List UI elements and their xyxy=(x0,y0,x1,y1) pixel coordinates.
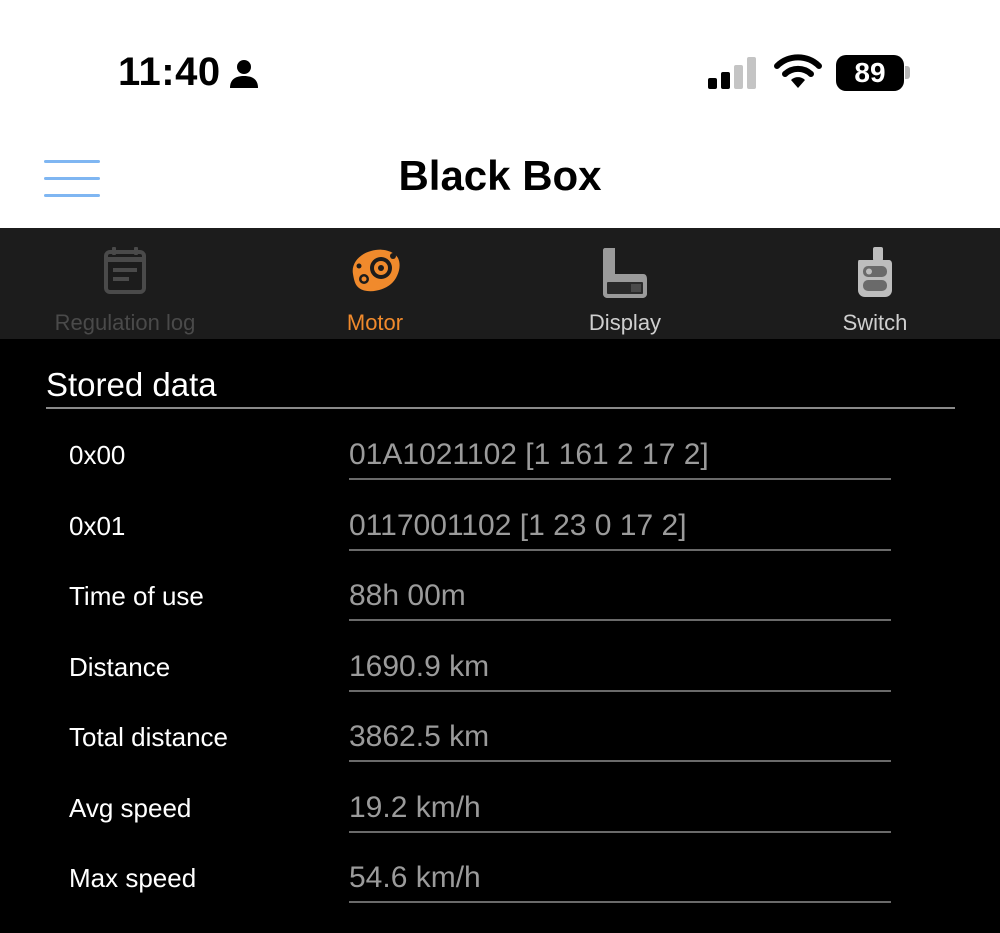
row-underline xyxy=(349,901,891,903)
tab-label: Motor xyxy=(346,310,404,335)
page-title: Black Box xyxy=(398,152,602,199)
battery-icon: 89 xyxy=(836,55,910,91)
log-icon xyxy=(104,247,146,294)
stored-data-list: 0x00 01A1021102 [1 161 2 17 2] 0x01 0117… xyxy=(0,420,1000,914)
tab-switch[interactable]: Switch xyxy=(750,228,1000,339)
person-icon xyxy=(230,60,258,88)
row-label: Avg speed xyxy=(69,792,192,823)
battery-cap xyxy=(905,66,910,79)
cellular-signal-icon xyxy=(708,57,756,89)
wifi-icon xyxy=(774,54,822,88)
row-value: 19.2 km/h xyxy=(349,790,481,824)
row-label: Total distance xyxy=(69,722,228,752)
tab-label: Switch xyxy=(842,310,908,335)
tab-label: Display xyxy=(588,310,662,335)
row-value: 3862.5 km xyxy=(349,720,490,753)
battery-level: 89 xyxy=(854,57,886,88)
row-value: 88h 00m xyxy=(349,579,466,612)
section-divider xyxy=(46,407,955,409)
data-row-time-of-use: Time of use 88h 00m xyxy=(0,561,1000,632)
row-value: 01A1021102 [1 161 2 17 2] xyxy=(349,438,709,471)
data-row-distance: Distance 1690.9 km xyxy=(0,632,1000,703)
tab-bar: Regulation log Motor Display Switch xyxy=(0,228,1000,339)
data-row-max-speed: Max speed 54.6 km/h xyxy=(0,843,1000,914)
row-underline xyxy=(349,760,891,762)
tab-display[interactable]: Display xyxy=(500,228,750,339)
data-row-total-distance: Total distance 3862.5 km xyxy=(0,702,1000,773)
remote-switch-icon xyxy=(858,247,892,297)
status-time: 11:40 xyxy=(118,50,221,94)
row-label: Max speed xyxy=(69,863,197,893)
row-label: Time of use xyxy=(69,581,204,611)
row-label: Distance xyxy=(69,651,171,682)
row-value: 0117001102 [1 23 0 17 2] xyxy=(349,508,687,542)
row-value: 1690.9 km xyxy=(349,649,490,683)
row-underline xyxy=(349,619,891,621)
row-underline xyxy=(349,830,891,833)
navigation-bar: Black Box xyxy=(0,128,1000,228)
data-row-0x01: 0x01 0117001102 [1 23 0 17 2] xyxy=(0,491,1000,562)
row-label: 0x01 xyxy=(69,510,126,541)
tab-motor[interactable]: Motor xyxy=(250,228,500,339)
row-underline xyxy=(349,478,891,480)
row-underline xyxy=(349,689,891,692)
data-row-avg-speed: Avg speed 19.2 km/h xyxy=(0,773,1000,844)
row-value: 54.6 km/h xyxy=(349,861,481,894)
row-underline xyxy=(349,548,891,551)
status-bar: 11:40 89 xyxy=(0,0,1000,128)
tab-regulation-log[interactable]: Regulation log xyxy=(0,228,250,339)
motor-icon xyxy=(352,249,400,292)
row-label: 0x00 xyxy=(69,440,126,470)
display-unit-icon xyxy=(603,248,647,298)
tab-label: Regulation log xyxy=(54,310,196,335)
section-title: Stored data xyxy=(46,366,217,403)
data-row-0x00: 0x00 01A1021102 [1 161 2 17 2] xyxy=(0,420,1000,491)
